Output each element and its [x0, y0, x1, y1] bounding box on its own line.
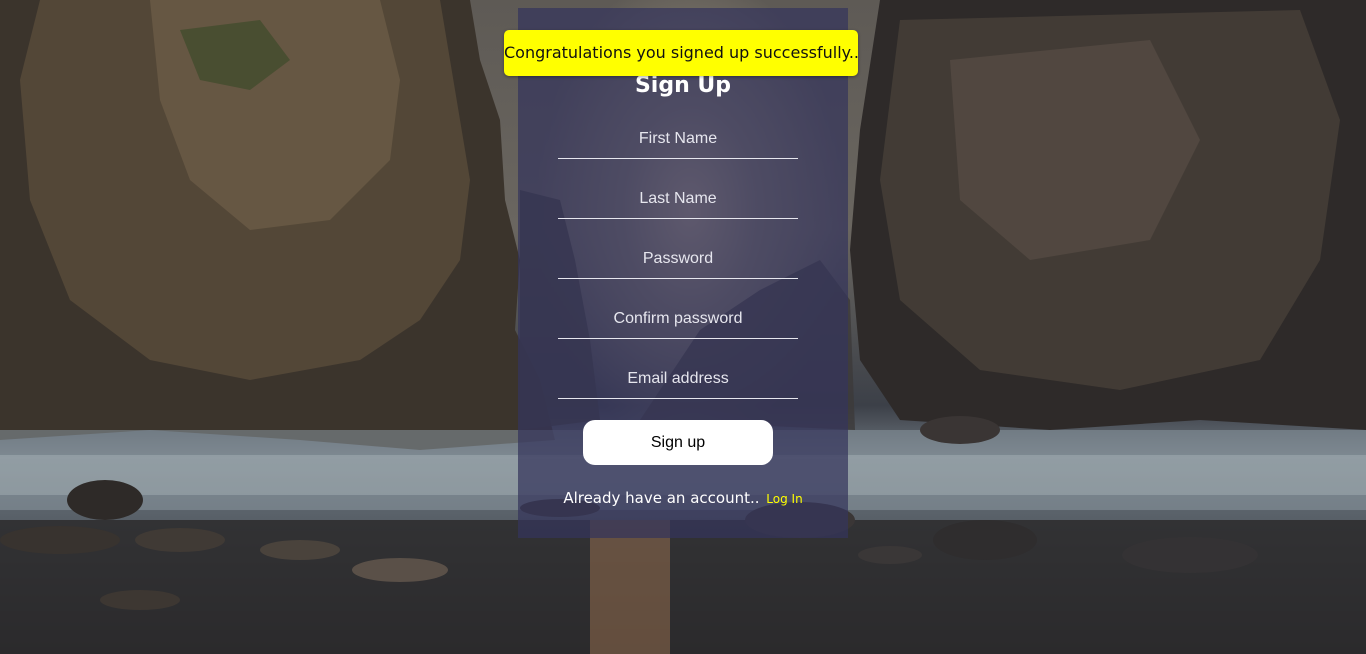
email-input[interactable] — [558, 360, 798, 399]
first-name-input[interactable] — [558, 120, 798, 159]
confirm-password-input[interactable] — [558, 300, 798, 339]
login-link[interactable]: Log In — [766, 492, 802, 506]
last-name-input[interactable] — [558, 180, 798, 219]
password-input[interactable] — [558, 240, 798, 279]
success-notification: Congratulations you signed up successful… — [504, 30, 859, 76]
signup-button[interactable]: Sign up — [583, 420, 773, 465]
login-prompt: Already have an account.. Log In — [518, 487, 848, 510]
login-prompt-text: Already have an account.. — [563, 489, 760, 507]
